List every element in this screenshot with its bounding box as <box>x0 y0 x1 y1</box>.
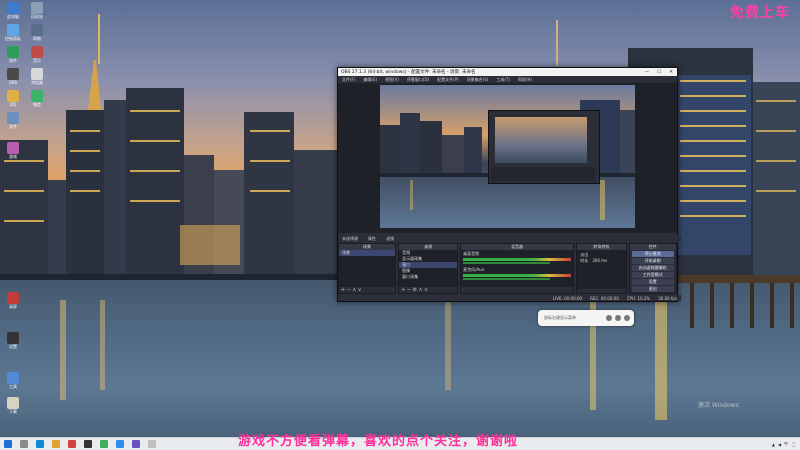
app-icon[interactable] <box>148 440 156 448</box>
sources-dock: 来源 音频 显示器采集 窗口 图像 窗口采集 + − ⚙ ∧ ∨ <box>398 243 459 294</box>
folder-icon[interactable] <box>52 440 60 448</box>
desktop-icon[interactable]: 软件 <box>2 46 24 64</box>
virtual-camera-button[interactable]: 启动虚拟摄像机 <box>631 265 674 271</box>
settings-button[interactable]: 设置 <box>631 279 674 285</box>
camera-icon[interactable] <box>615 315 621 321</box>
start-recording-button[interactable]: 开始录制 <box>631 258 674 264</box>
scenes-dock: 场景 场景 + − ∧ ∨ <box>338 243 397 294</box>
desktop-icon[interactable]: 控制面板 <box>2 24 24 42</box>
obs-title-bar[interactable]: OBS 27.1.3 (64-bit, windows) - 配置文件: 未命名… <box>338 68 677 76</box>
desktop-icon[interactable]: 此电脑 <box>2 2 24 20</box>
menu-scene-collection[interactable]: 场景集合(S) <box>467 77 489 83</box>
close-icon[interactable] <box>624 315 630 321</box>
clock-icon[interactable]: ⌚ <box>791 442 796 447</box>
volume-slider[interactable] <box>463 278 550 280</box>
mixer-dock: 混音器 桌面音频 麦克风/Aux <box>460 243 575 294</box>
fps-readout: 30.00 fps <box>658 295 677 301</box>
no-source-selected: 未选择源 <box>342 236 358 241</box>
app-icon[interactable] <box>68 440 76 448</box>
studio-mode-button[interactable]: 工作室模式 <box>631 272 674 278</box>
menu-help[interactable]: 帮助(H) <box>518 77 532 83</box>
system-tray[interactable]: ▲ ◀ 中 ⌚ <box>772 438 796 450</box>
filters-button[interactable]: 滤镜 <box>386 236 394 242</box>
app-icon[interactable] <box>132 440 140 448</box>
minimize-icon[interactable]: — <box>645 70 650 75</box>
live-timer: LIVE: 00:00:00 <box>552 295 583 301</box>
qq-icon[interactable] <box>116 440 124 448</box>
recorder-hint: 鼠标右键显示菜单 <box>544 315 576 320</box>
obs-icon[interactable] <box>84 440 92 448</box>
scene-item[interactable]: 场景 <box>339 250 396 256</box>
desktop-icon[interactable]: QQ <box>2 90 24 107</box>
source-toolbar: 未选择源 属性 滤镜 <box>338 236 681 242</box>
desktop-icon[interactable]: 游戏 <box>2 142 24 160</box>
sources-toolbar[interactable]: + − ⚙ ∧ ∨ <box>399 287 458 293</box>
desktop-icon[interactable]: 音乐 <box>26 46 48 64</box>
obs-status-bar: LIVE: 00:00:00 REC: 00:00:00 CPU: 10.2% … <box>338 295 681 301</box>
desktop-icon[interactable]: 下载 <box>2 397 24 415</box>
mixer-track[interactable]: 桌面音频 <box>461 250 573 264</box>
volume-slider[interactable] <box>463 262 550 264</box>
scenes-toolbar[interactable]: + − ∧ ∨ <box>339 287 396 293</box>
transitions-dock: 转场特效 淡出 时长 300 ms <box>576 243 627 294</box>
source-item[interactable]: 窗口采集 <box>399 274 457 280</box>
desktop-icon[interactable]: 回收站 <box>26 2 48 20</box>
desktop-icon[interactable]: 录屏 <box>2 292 24 310</box>
search-icon[interactable] <box>20 440 28 448</box>
obs-window[interactable]: OBS 27.1.3 (64-bit, windows) - 配置文件: 未命名… <box>337 67 681 302</box>
dock-row: 场景 场景 + − ∧ ∨ 来源 音频 显示器采集 窗口 图像 窗口采集 + −… <box>338 243 677 294</box>
transition-duration[interactable]: 时长 300 ms <box>577 258 625 264</box>
preview-area <box>338 83 677 233</box>
menu-tools[interactable]: 工具(T) <box>496 77 510 83</box>
menu-edit[interactable]: 编辑(E) <box>363 77 377 83</box>
controls-dock: 控件 停止推流 开始录制 启动虚拟摄像机 工作室模式 设置 退出 <box>628 243 677 294</box>
start-icon[interactable] <box>4 440 12 448</box>
desktop-icon[interactable]: 网络 <box>26 24 48 42</box>
volume-icon[interactable]: ◀ <box>778 442 781 447</box>
menu-file[interactable]: 文件(F) <box>342 77 355 83</box>
cpu-usage: CPU: 10.2% <box>626 295 651 301</box>
input-method-icon[interactable]: 中 <box>784 441 788 447</box>
menu-profile[interactable]: 配置文件(P) <box>437 77 459 83</box>
close-icon[interactable]: ✕ <box>669 70 673 75</box>
rec-timer: REC: 00:00:00 <box>590 295 619 301</box>
activate-windows-watermark: 激活 Windows <box>698 402 739 409</box>
exit-button[interactable]: 退出 <box>631 286 674 292</box>
desktop-icon[interactable]: 工具 <box>2 372 24 390</box>
properties-button[interactable]: 属性 <box>368 236 376 242</box>
desktop-icon[interactable]: 微信 <box>26 90 48 108</box>
preview-canvas[interactable] <box>380 85 635 228</box>
mixer-track[interactable]: 麦克风/Aux <box>461 266 573 280</box>
desktop-icon[interactable]: 文件 <box>2 112 24 130</box>
obs-menu-bar: 文件(F) 编辑(E) 视图(V) 停靠窗口(D) 配置文件(P) 场景集合(S… <box>338 76 677 83</box>
menu-docks[interactable]: 停靠窗口(D) <box>407 77 429 83</box>
desktop-icon[interactable]: OBS <box>2 68 24 85</box>
volume-meter <box>463 274 572 277</box>
menu-view[interactable]: 视图(V) <box>385 77 399 83</box>
floating-recorder-bar[interactable]: 鼠标右键显示菜单 <box>538 310 634 326</box>
pause-icon[interactable] <box>606 315 612 321</box>
danmaku-caption: 游戏不方便看弹幕，喜欢的点个关注，谢谢啦 <box>238 434 519 449</box>
controls-header: 控件 <box>629 244 676 250</box>
maximize-icon[interactable]: ☐ <box>657 70 661 75</box>
watermark-top-right: 免费上车 <box>730 5 790 21</box>
desktop-icon[interactable]: 浏览器 <box>26 68 48 86</box>
edge-icon[interactable] <box>36 440 44 448</box>
obs-title-text: OBS 27.1.3 (64-bit, windows) - 配置文件: 未命名… <box>341 70 476 75</box>
desktop-icon[interactable]: 设置 <box>2 332 24 350</box>
stop-streaming-button[interactable]: 停止推流 <box>631 251 674 257</box>
volume-meter <box>463 258 572 261</box>
wechat-icon[interactable] <box>100 440 108 448</box>
nested-obs-preview <box>488 110 600 184</box>
network-icon[interactable]: ▲ <box>772 442 775 447</box>
